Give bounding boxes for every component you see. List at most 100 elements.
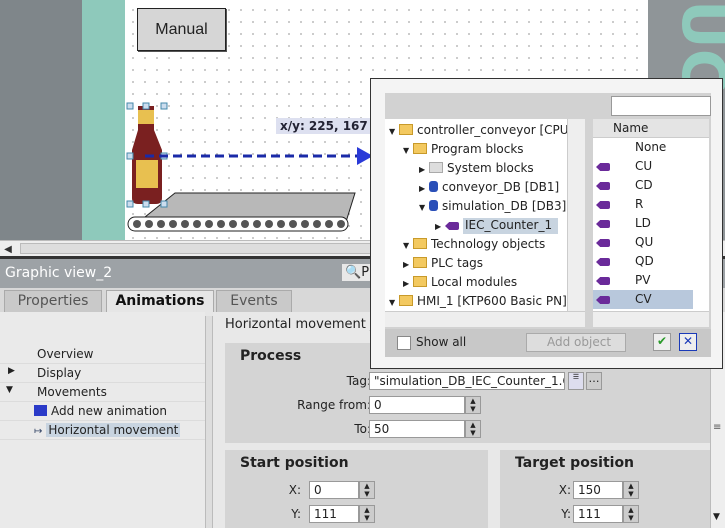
confirm-check-icon[interactable]: ✔	[653, 333, 671, 351]
collapse-arrow-icon[interactable]: ▼	[6, 385, 13, 395]
tree-vertical-scrollbar[interactable]	[567, 119, 585, 311]
target-position-title: Target position	[515, 455, 635, 471]
range-from-input[interactable]: 0	[369, 396, 465, 414]
tag-icon	[596, 201, 610, 209]
tag-list-icon[interactable]: ☰	[568, 372, 584, 390]
tag-icon	[596, 277, 610, 285]
tree-item-controller[interactable]: ▼ controller_conveyor [CPU...	[389, 121, 580, 140]
add-object-button[interactable]: Add object	[526, 333, 626, 352]
list-item[interactable]: None	[593, 138, 693, 157]
tag-icon	[596, 220, 610, 228]
folder-icon	[429, 162, 443, 173]
tree-item-program-blocks[interactable]: ▼ Program blocks	[403, 140, 524, 159]
list-item[interactable]: CV	[593, 290, 693, 309]
tag-browser-popup: ▼ controller_conveyor [CPU... ▼ Program bl…	[370, 78, 723, 369]
tag-icon	[596, 296, 610, 304]
expand-arrow-icon[interactable]: ▶	[8, 366, 15, 376]
scroll-grip-icon: ≡	[713, 422, 722, 433]
tree-item-hmi[interactable]: ▼ HMI_1 [KTP600 Basic PN]	[389, 292, 567, 311]
list-horizontal-scrollbar[interactable]	[593, 311, 709, 327]
list-item[interactable]: PV	[593, 271, 693, 290]
tree-item-iec-counter[interactable]: ▶ IEC_Counter_1	[435, 216, 559, 235]
target-position-panel: Target position X: 150 ▲ ▼ Y: 111 ▲ ▼	[500, 450, 710, 528]
teal-band	[82, 0, 125, 240]
start-position-title: Start position	[240, 455, 349, 471]
tag-field[interactable]: "simulation_DB_IEC_Counter_1.CV"	[369, 372, 565, 390]
list-item[interactable]: QD	[593, 252, 693, 271]
nav-display[interactable]: ▶ Display	[0, 364, 205, 383]
magnifier-icon: 🔍	[345, 265, 362, 280]
target-y-spinner[interactable]: ▲ ▼	[623, 505, 639, 523]
tree-item-conveyor-db[interactable]: ▶ conveyor_DB [DB1]	[419, 178, 559, 197]
coordinate-tooltip: x/y: 225, 167	[276, 118, 372, 134]
folder-icon	[399, 295, 413, 306]
list-item[interactable]: LD	[593, 214, 693, 233]
range-to-spinner[interactable]: ▲ ▼	[465, 420, 481, 438]
popup-footer: Show all Add object ✔ ✕	[385, 329, 711, 357]
nav-overview[interactable]: Overview	[0, 345, 205, 364]
member-list: Name None CU CD R LD QU QD PV CV	[593, 119, 709, 327]
tag-icon	[596, 163, 610, 171]
start-position-panel: Start position X: 0 ▲ ▼ Y: 111 ▲ ▼	[225, 450, 488, 528]
nav-horizontal-movement[interactable]: ↦ Horizontal movement	[0, 421, 205, 440]
gray-band	[0, 0, 82, 240]
manual-button[interactable]: Manual	[137, 8, 226, 51]
start-x-input[interactable]: 0	[309, 481, 359, 499]
target-x-label: X:	[558, 483, 571, 497]
target-x-spinner[interactable]: ▲ ▼	[623, 481, 639, 499]
process-title: Process	[240, 348, 302, 364]
tag-search-input[interactable]	[611, 96, 711, 116]
horizontal-movement-icon: ↦	[34, 426, 43, 437]
panel-splitter[interactable]	[205, 316, 213, 528]
tree-item-plc-tags[interactable]: ▶ PLC tags	[403, 254, 483, 273]
start-y-label: Y:	[291, 507, 301, 521]
tab-properties[interactable]: Properties	[4, 290, 102, 312]
range-from-spinner[interactable]: ▲ ▼	[465, 396, 481, 414]
folder-icon	[399, 124, 413, 135]
browse-button[interactable]: …	[586, 372, 602, 390]
folder-icon	[413, 238, 427, 249]
tree-item-system-blocks[interactable]: ▶ System blocks	[419, 159, 534, 178]
tab-animations[interactable]: Animations	[106, 290, 214, 314]
start-y-input[interactable]: 111	[309, 505, 359, 523]
database-icon	[429, 181, 438, 192]
movement-path-arrow[interactable]	[145, 145, 375, 167]
project-tree: ▼ controller_conveyor [CPU... ▼ Program bl…	[385, 119, 585, 327]
list-item[interactable]: R	[593, 195, 693, 214]
tree-horizontal-scrollbar[interactable]	[385, 311, 585, 327]
list-item[interactable]: CD	[593, 176, 693, 195]
nav-movements[interactable]: ▼ Movements	[0, 383, 205, 402]
show-all-checkbox[interactable]	[397, 336, 411, 350]
section-heading: Horizontal movement _	[225, 317, 377, 332]
tab-events[interactable]: Events	[216, 290, 292, 312]
tag-icon	[596, 258, 610, 266]
target-y-label: Y:	[561, 507, 571, 521]
folder-icon	[413, 257, 427, 268]
cancel-x-icon[interactable]: ✕	[679, 333, 697, 351]
start-x-label: X:	[288, 483, 301, 497]
scroll-down-icon[interactable]: ▼	[713, 512, 720, 522]
list-item[interactable]: CU	[593, 157, 693, 176]
nav-add-new-animation[interactable]: Add new animation	[0, 402, 205, 421]
column-header-name[interactable]: Name	[593, 119, 709, 138]
tag-browser-body: ▼ controller_conveyor [CPU... ▼ Program bl…	[385, 93, 711, 357]
start-y-spinner[interactable]: ▲ ▼	[359, 505, 375, 523]
target-y-input[interactable]: 111	[573, 505, 623, 523]
folder-icon	[413, 276, 427, 287]
tree-item-technology-objects[interactable]: ▼ Technology objects	[403, 235, 545, 254]
list-item[interactable]: QU	[593, 233, 693, 252]
animation-nav: Overview ▶ Display ▼ Movements Add new ani…	[0, 312, 205, 528]
tree-item-simulation-db[interactable]: ▼ simulation_DB [DB3]	[419, 197, 566, 216]
tag-icon	[596, 182, 610, 190]
tree-item-local-modules[interactable]: ▶ Local modules	[403, 273, 517, 292]
to-label: To:	[354, 422, 371, 436]
folder-icon	[413, 143, 427, 154]
range-to-input[interactable]: 50	[369, 420, 465, 438]
add-animation-icon	[34, 405, 47, 416]
scroll-left-icon[interactable]: ◀	[0, 241, 16, 257]
properties-inspector-tab[interactable]: 🔍P	[342, 264, 373, 281]
target-x-input[interactable]: 150	[573, 481, 623, 499]
start-x-spinner[interactable]: ▲ ▼	[359, 481, 375, 499]
tag-icon	[445, 222, 459, 230]
range-from-label: Range from:	[297, 398, 371, 412]
